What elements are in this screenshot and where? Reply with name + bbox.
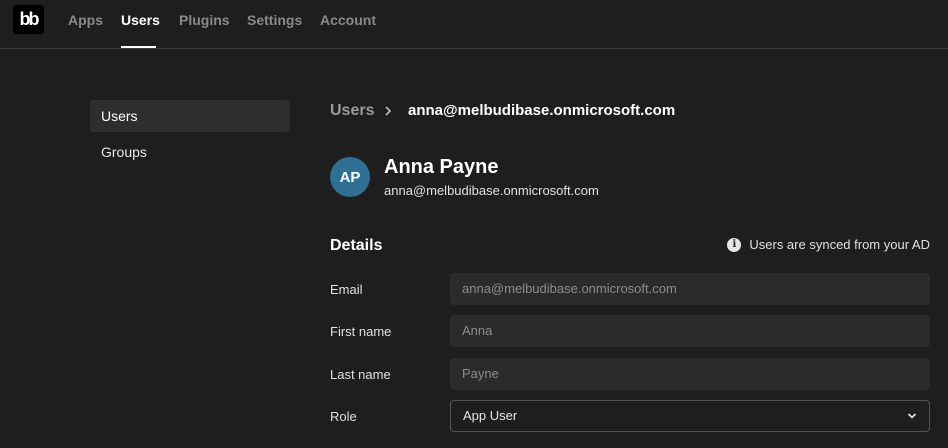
- user-full-name: Anna Payne: [384, 156, 499, 178]
- nav-users[interactable]: Users: [121, 12, 160, 28]
- nav-settings[interactable]: Settings: [247, 12, 302, 28]
- info-icon: i: [727, 238, 742, 252]
- app-logo[interactable]: bb: [13, 5, 44, 34]
- last-name-field[interactable]: Payne: [450, 358, 930, 390]
- email-label: Email: [330, 282, 363, 297]
- role-select-value: App User: [463, 408, 518, 423]
- details-heading: Details: [330, 237, 383, 254]
- user-email: anna@melbudibase.onmicrosoft.com: [384, 183, 599, 198]
- sidebar-item-groups[interactable]: Groups: [90, 136, 290, 168]
- first-name-label: First name: [330, 324, 392, 339]
- sync-notice: i Users are synced from your AD: [727, 237, 930, 253]
- nav-plugins[interactable]: Plugins: [179, 12, 230, 28]
- breadcrumb-current: anna@melbudibase.onmicrosoft.com: [408, 102, 676, 119]
- nav-active-indicator: [121, 46, 156, 48]
- nav-account[interactable]: Account: [320, 12, 376, 28]
- breadcrumb-users-link[interactable]: Users: [330, 102, 374, 120]
- sync-notice-text: Users are synced from your AD: [749, 237, 930, 252]
- role-label: Role: [330, 409, 357, 424]
- avatar: AP: [330, 157, 370, 197]
- chevron-right-icon: [385, 106, 392, 116]
- nav-apps[interactable]: Apps: [68, 12, 103, 28]
- top-nav: bb Apps Users Plugins Settings Account: [0, 0, 948, 49]
- sidebar-item-users[interactable]: Users: [90, 100, 290, 132]
- chevron-down-icon: [907, 413, 917, 419]
- email-field[interactable]: anna@melbudibase.onmicrosoft.com: [450, 273, 930, 305]
- role-select[interactable]: App User: [450, 400, 930, 432]
- last-name-label: Last name: [330, 367, 391, 382]
- first-name-field[interactable]: Anna: [450, 315, 930, 347]
